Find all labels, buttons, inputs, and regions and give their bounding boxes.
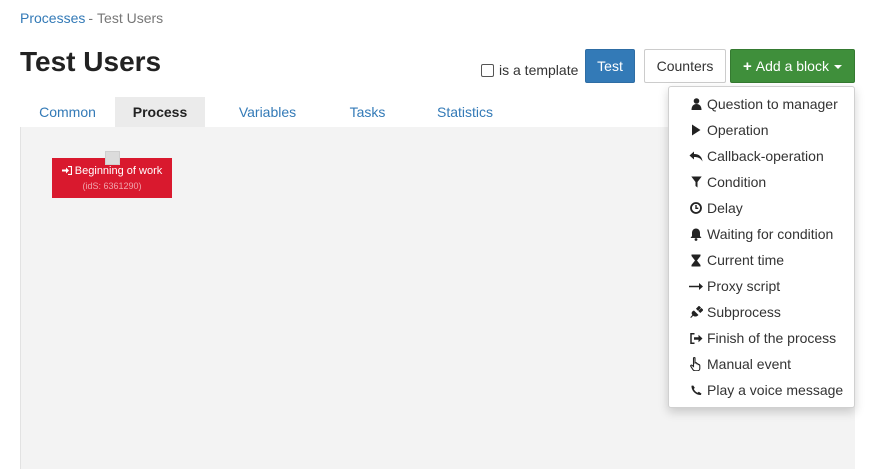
menu-item-finish-of-the-process[interactable]: Finish of the process [669, 325, 854, 351]
sign-in-icon [61, 165, 75, 177]
tab-variables[interactable]: Variables [205, 97, 330, 127]
menu-item-label: Waiting for condition [707, 226, 834, 242]
template-checkbox[interactable] [481, 63, 494, 77]
clock-icon [689, 202, 703, 214]
menu-item-proxy-script[interactable]: Proxy script [669, 273, 854, 299]
menu-item-question-to-manager[interactable]: Question to manager [669, 91, 854, 117]
breadcrumb-processes-link[interactable]: Processes [20, 10, 85, 26]
menu-item-waiting-for-condition[interactable]: Waiting for condition [669, 221, 854, 247]
user-icon [689, 98, 703, 110]
tab-process[interactable]: Process [115, 97, 205, 127]
add-block-label: Add a block [755, 58, 829, 74]
page-title: Test Users [20, 46, 162, 77]
menu-item-label: Current time [707, 252, 785, 268]
template-checkbox-wrapper[interactable]: is a template [481, 62, 578, 78]
tab-common[interactable]: Common [20, 97, 115, 127]
menu-item-current-time[interactable]: Current time [669, 247, 854, 273]
block-ids: (idS: 6361290) [82, 181, 142, 191]
hand-pointer-icon [689, 357, 703, 371]
hourglass-icon [689, 254, 703, 267]
menu-item-callback-operation[interactable]: Callback-operation [669, 143, 854, 169]
block-connector-handle[interactable] [105, 151, 120, 165]
menu-item-condition[interactable]: Condition [669, 169, 854, 195]
menu-item-label: Delay [707, 200, 743, 216]
menu-item-subprocess[interactable]: Subprocess [669, 299, 854, 325]
phone-icon [689, 385, 703, 396]
menu-item-label: Question to manager [707, 96, 838, 112]
breadcrumb-current: Test Users [97, 10, 164, 26]
bell-icon [689, 228, 703, 241]
add-block-menu: Question to manager Operation Callback-o… [668, 86, 855, 408]
tab-bar: Common Process Variables Tasks Statistic… [20, 97, 525, 127]
menu-item-label: Callback-operation [707, 148, 824, 164]
menu-item-delay[interactable]: Delay [669, 195, 854, 221]
menu-item-manual-event[interactable]: Manual event [669, 351, 854, 377]
menu-item-operation[interactable]: Operation [669, 117, 854, 143]
plus-icon: + [743, 57, 752, 75]
breadcrumb: Processes - Test Users [20, 10, 163, 26]
reply-icon [689, 151, 703, 162]
tab-tasks[interactable]: Tasks [330, 97, 405, 127]
menu-item-play-a-voice-message[interactable]: Play a voice message [669, 377, 854, 403]
counters-button[interactable]: Counters [644, 49, 726, 83]
menu-item-label: Condition [707, 174, 767, 190]
add-block-button[interactable]: + Add a block [730, 49, 855, 83]
block-title: Beginning of work [74, 165, 163, 177]
arrow-right-icon [689, 282, 703, 291]
sign-out-icon [689, 332, 703, 344]
template-checkbox-label: is a template [499, 62, 579, 78]
plug-icon [689, 305, 703, 319]
menu-item-label: Manual event [707, 356, 792, 372]
tab-statistics[interactable]: Statistics [405, 97, 525, 127]
menu-item-label: Finish of the process [707, 330, 837, 346]
play-icon [689, 124, 703, 136]
menu-item-label: Play a voice message [707, 382, 844, 398]
caret-down-icon [833, 65, 842, 69]
menu-item-label: Operation [707, 122, 769, 138]
breadcrumb-separator: - [88, 10, 94, 26]
block-title-line: Beginning of work [52, 165, 172, 177]
test-button[interactable]: Test [585, 49, 635, 83]
filter-icon [689, 176, 703, 188]
menu-item-label: Proxy script [707, 278, 781, 294]
menu-item-label: Subprocess [707, 304, 781, 320]
